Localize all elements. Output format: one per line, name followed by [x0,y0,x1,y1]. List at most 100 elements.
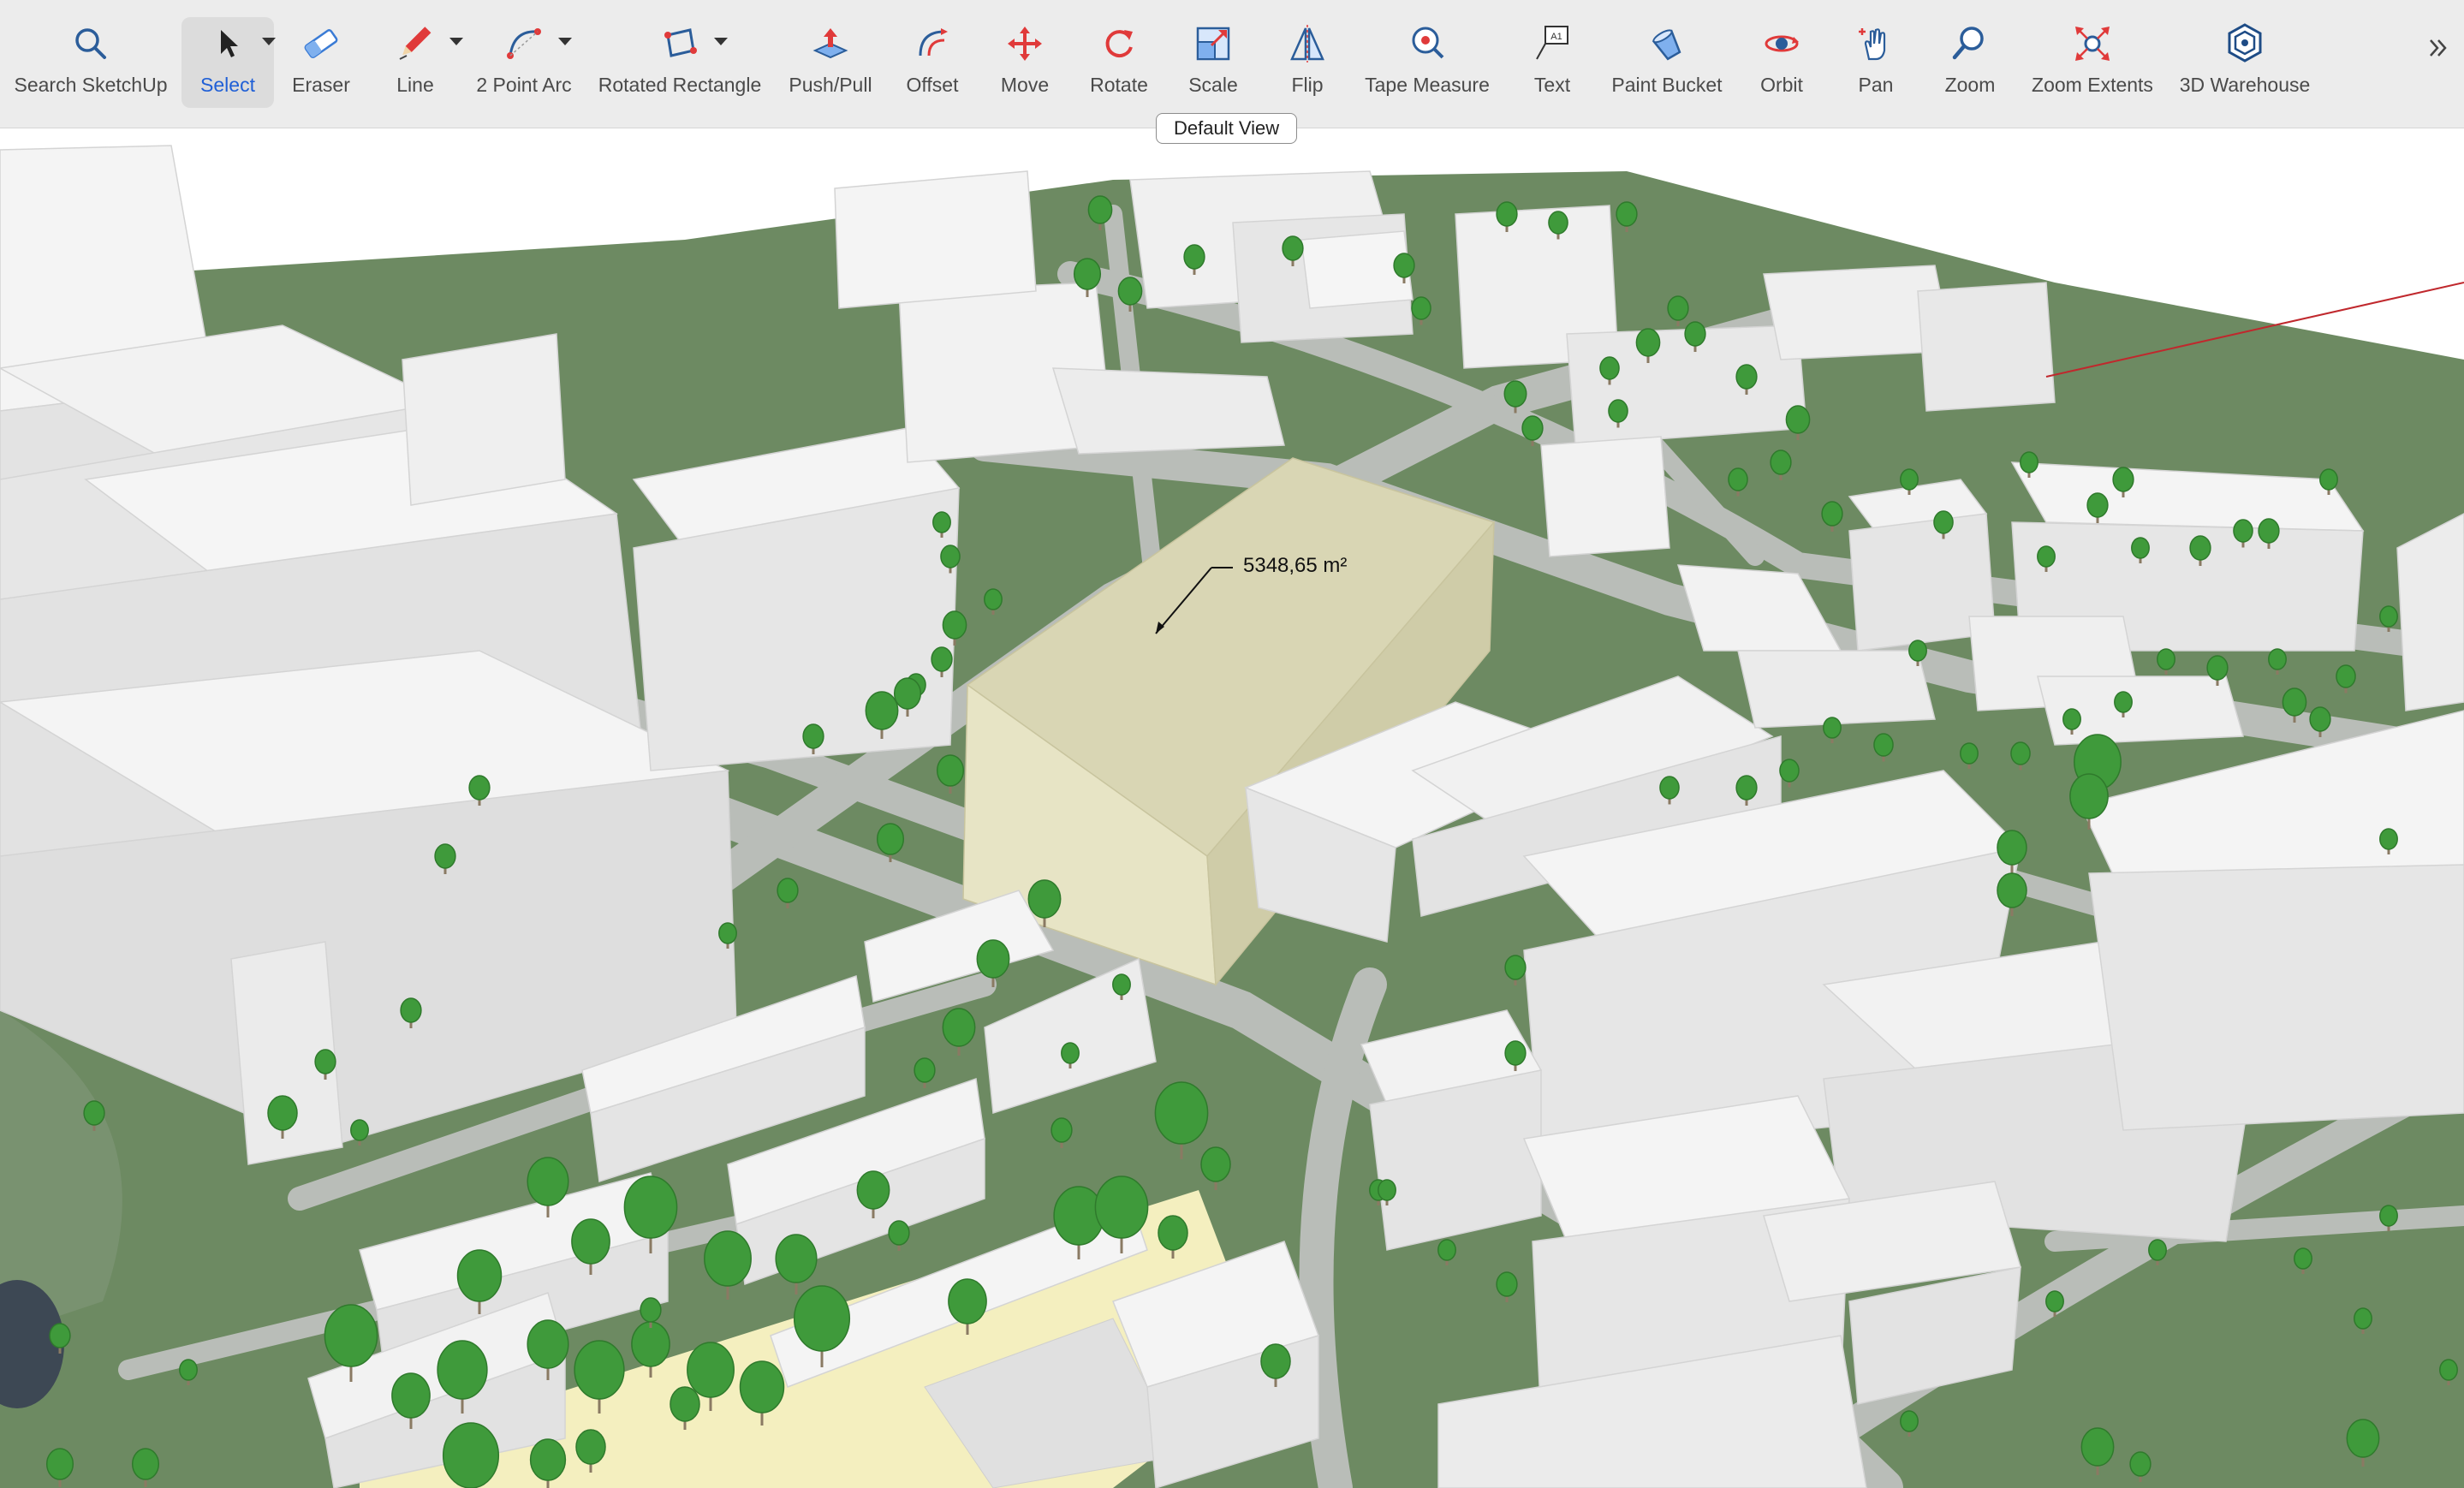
tree [2045,1290,2064,1312]
rotate-icon [1097,17,1141,70]
tree [2037,545,2056,568]
push-pull-icon [808,17,853,70]
tool-scale[interactable]: Scale [1175,17,1252,108]
tree [623,1176,678,1239]
tool-move[interactable]: Move [986,17,1063,108]
tool-text[interactable]: A1 Text [1514,17,1591,108]
tree [527,1157,569,1206]
tool-search[interactable]: Search SketchUp [7,17,175,108]
tool-label: Orbit [1760,74,1803,96]
tree [324,1304,378,1367]
3d-viewport[interactable]: 5348,65 m² [0,128,2464,1488]
tool-flip[interactable]: Flip [1269,17,1346,108]
tool-3d-warehouse[interactable]: 3D Warehouse [2175,17,2315,108]
tree [856,1170,890,1210]
tree [942,1008,976,1047]
tree [739,1360,785,1414]
tool-rotate[interactable]: Rotate [1080,17,1158,108]
tree [267,1095,298,1131]
tree [2282,687,2307,717]
tool-offset[interactable]: Offset [894,17,971,108]
tool-rotated-rectangle[interactable]: Rotated Rectangle [594,17,765,108]
tree [1027,879,1062,919]
tree [1503,380,1527,408]
scale-icon [1191,17,1235,70]
tool-paint-bucket[interactable]: Paint Bucket [1603,17,1731,108]
tool-tape-measure[interactable]: Tape Measure [1363,17,1491,108]
tool-line[interactable]: Line [377,17,463,108]
tree [49,1323,71,1348]
tree [876,823,905,855]
tree [2268,648,2287,670]
tree [1608,399,1628,423]
tree [83,1100,105,1126]
tool-label: Zoom [1944,74,1996,96]
tree [1378,1179,1396,1201]
tree [942,610,967,640]
tool-zoom[interactable]: Zoom [1931,17,2009,108]
tree [2233,519,2253,543]
tree [718,922,737,944]
tool-eraser[interactable]: Eraser [283,17,360,108]
tree [1735,364,1758,390]
tree [1504,955,1527,980]
tree [468,775,491,801]
tree [1183,244,1205,270]
tree [2336,664,2356,688]
tree [1094,1176,1149,1239]
tool-label: Tape Measure [1365,74,1490,96]
city-model [0,128,2464,1488]
tree [914,1057,936,1083]
tree [1933,510,1954,534]
tool-label: Rotate [1090,74,1148,96]
text-icon: A1 [1530,17,1574,70]
tree [1900,468,1919,491]
tree [1154,1081,1209,1145]
tree [571,1218,610,1265]
tool-label: Line [396,74,434,96]
tree [2010,741,2031,765]
tool-label: Pan [1858,74,1894,96]
tool-2-point-arc[interactable]: 2 Point Arc [469,17,579,108]
tool-push-pull[interactable]: Push/Pull [779,17,882,108]
zoom-icon [1948,17,1992,70]
tree [456,1249,503,1302]
tool-pan[interactable]: Pan [1837,17,1914,108]
tree [1960,742,1979,765]
tree [1087,195,1113,224]
tree [2258,518,2280,544]
tool-label: Move [1000,74,1050,96]
tree [45,1448,74,1480]
tree [1548,211,1568,235]
tree [932,511,951,533]
tool-label: Flip [1291,74,1324,96]
tool-label: Eraser [292,74,350,96]
tree [2112,467,2134,492]
tree [1667,295,1689,321]
tree [2439,1359,2458,1381]
tree [2319,468,2338,491]
tree [1437,1239,1456,1261]
tree [2206,655,2229,681]
tree [1112,973,1131,996]
chevron-down-icon[interactable] [262,38,276,45]
tree [1770,449,1792,475]
tree [2062,708,2081,730]
tree [2354,1307,2372,1330]
area-dimension-label[interactable]: 5348,65 m² [1243,554,1347,578]
chevron-down-icon[interactable] [449,38,463,45]
tool-orbit[interactable]: Orbit [1743,17,1820,108]
orbit-icon [1759,17,1804,70]
tree [2131,537,2150,559]
tool-label: Zoom Extents [2032,74,2153,96]
chevron-down-icon[interactable] [714,38,728,45]
arc-icon [502,17,572,70]
chevron-down-icon[interactable] [558,38,572,45]
tree [1061,1042,1080,1064]
tool-select[interactable]: Select [182,17,276,108]
tool-zoom-extents[interactable]: Zoom Extents [2024,17,2161,108]
tree [2294,1247,2312,1270]
tape-measure-icon [1405,17,1449,70]
chevron-double-right-icon[interactable] [2421,31,2455,65]
tree [434,843,456,869]
